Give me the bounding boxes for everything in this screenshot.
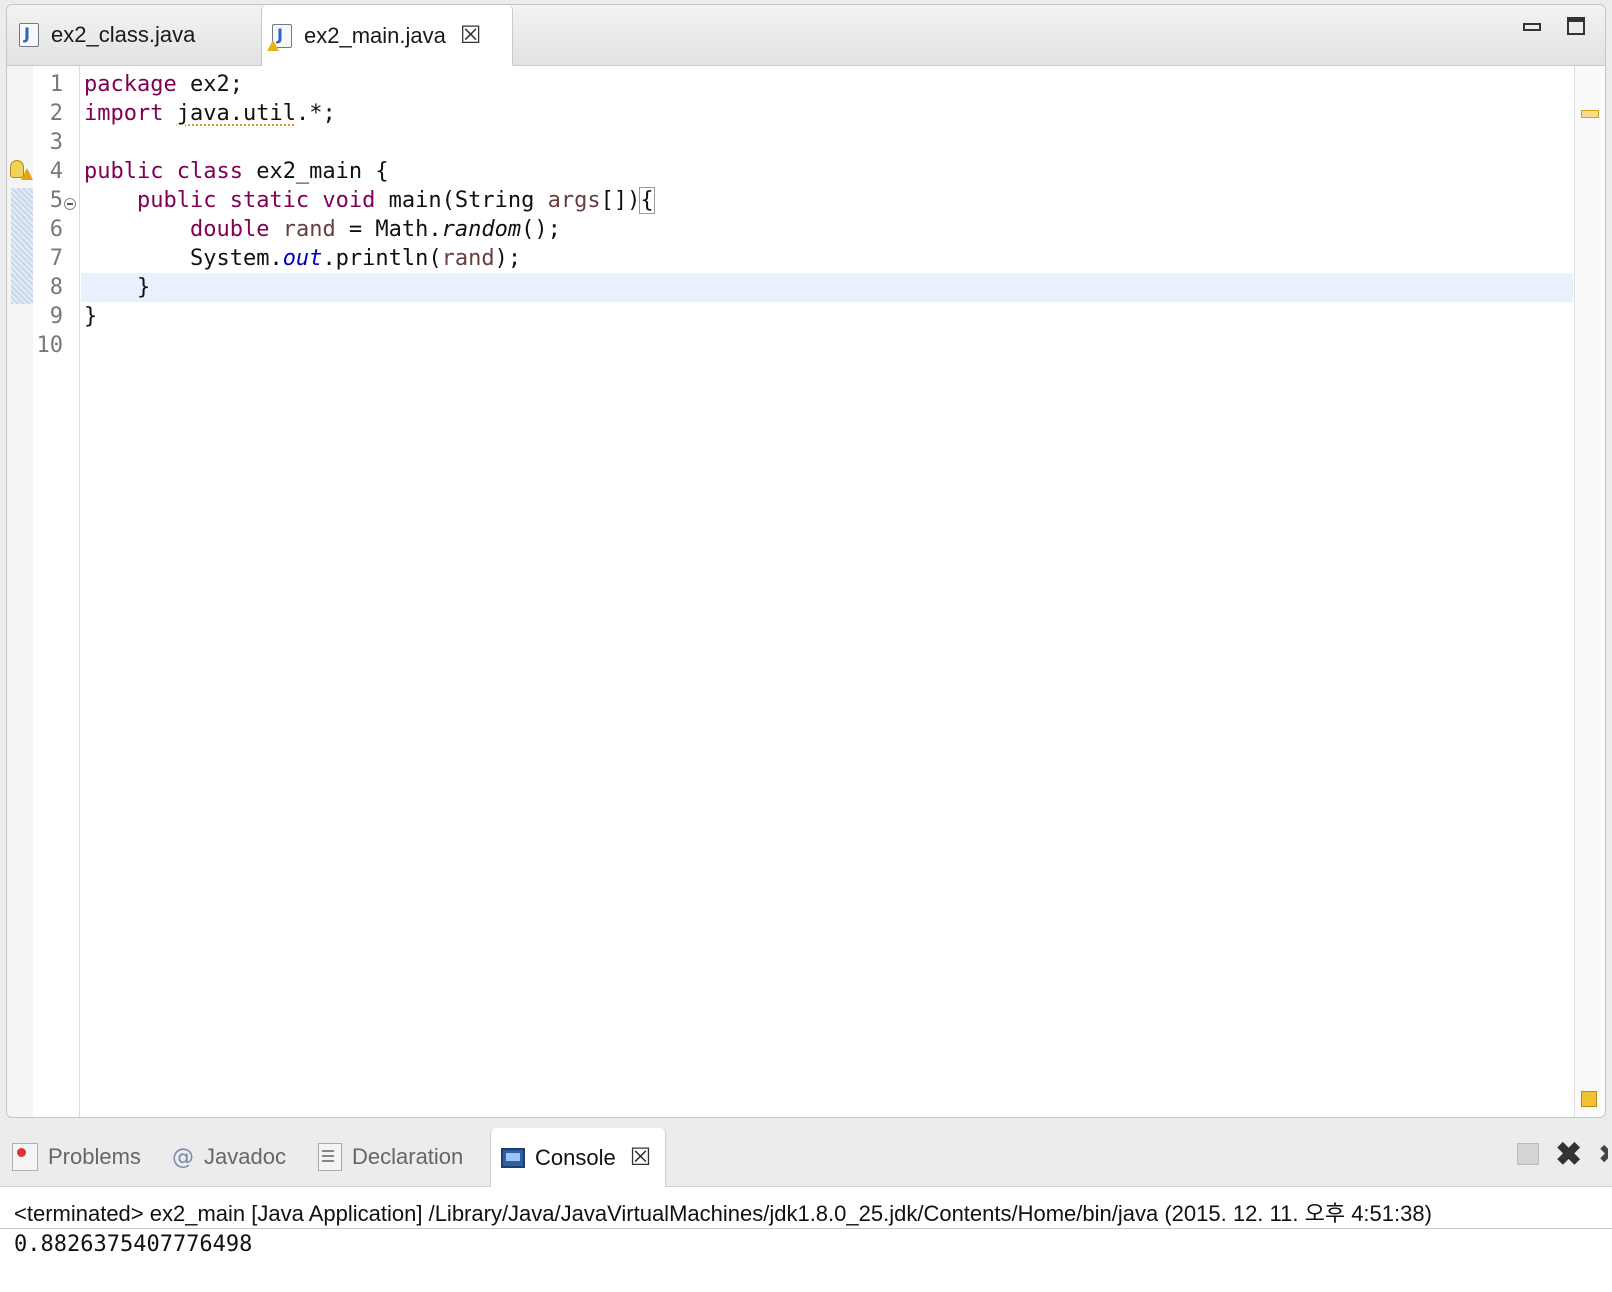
code-line-6: double rand = Math.random(); xyxy=(81,215,1573,244)
console-output[interactable]: 0.8826375407776498 xyxy=(14,1232,252,1264)
static-method: random xyxy=(441,217,522,242)
view-tab-bar: Problems @ Javadoc Declaration Console ☒… xyxy=(0,1128,1612,1187)
java-file-warning-icon xyxy=(267,23,292,51)
line-number: 6 xyxy=(49,217,63,242)
declaration-icon xyxy=(318,1143,342,1171)
line-number: 3 xyxy=(49,130,63,155)
minimize-icon[interactable] xyxy=(1523,23,1541,31)
variable: rand xyxy=(282,217,336,242)
tab-declaration[interactable]: Declaration xyxy=(318,1128,463,1186)
editor-pane: ex2_class.java ex2_main.java ☒ 1 2 3 4 5… xyxy=(6,4,1606,1118)
editor-tab-bar: ex2_class.java ex2_main.java ☒ xyxy=(7,5,1605,66)
code-line-2: import java.util.*; xyxy=(81,99,1573,128)
line-number: 2 xyxy=(49,101,63,126)
remove-all-launches-icon[interactable]: ✖ xyxy=(1598,1141,1608,1167)
remove-launch-icon[interactable]: ✖ xyxy=(1555,1138,1582,1170)
keyword: package xyxy=(84,72,177,97)
variable: rand xyxy=(441,246,495,271)
matching-bracket: { xyxy=(639,187,655,214)
code-text: .*; xyxy=(295,101,336,126)
static-field: out xyxy=(282,246,323,271)
tab-label: Console xyxy=(535,1144,616,1170)
change-marker xyxy=(11,188,33,217)
code-text: []) xyxy=(600,188,641,213)
keyword: import xyxy=(84,101,164,126)
code-line-8: } xyxy=(81,273,1573,302)
code-editor[interactable]: package ex2; import java.util.*; public … xyxy=(81,66,1573,1117)
warning-icon xyxy=(21,168,33,180)
variable: args xyxy=(547,188,601,213)
line-number-ruler: 1 2 3 4 5 6 7 8 9 10 xyxy=(33,66,80,1117)
line-number: 8 xyxy=(49,275,63,300)
keyword: double xyxy=(189,217,270,242)
close-tab-icon[interactable]: ☒ xyxy=(460,23,482,48)
warning-badge-icon xyxy=(267,39,279,51)
code-text: .println( xyxy=(322,246,442,271)
tab-label: Javadoc xyxy=(204,1144,286,1169)
line-number: 1 xyxy=(49,72,63,97)
divider xyxy=(0,1228,1612,1229)
change-marker xyxy=(11,217,33,246)
console-toolbar: ✖ ✖ xyxy=(1517,1138,1608,1170)
code-line-5: public static void main(String args[]){ xyxy=(81,186,1573,215)
tab-label: ex2_class.java xyxy=(51,22,196,47)
keyword: public static void xyxy=(136,188,376,213)
code-text: = Math. xyxy=(335,217,442,242)
code-line-7: System.out.println(rand); xyxy=(81,244,1573,273)
java-file-icon xyxy=(19,23,39,47)
keyword: public class xyxy=(84,159,243,184)
maximize-icon[interactable] xyxy=(1567,17,1585,35)
annotation-ruler[interactable] xyxy=(7,66,33,1117)
line-number: 10 xyxy=(36,333,64,358)
code-line-4: public class ex2_main { xyxy=(81,157,1573,186)
line-number: 4 xyxy=(49,159,63,184)
code-text: ex2_main { xyxy=(242,159,389,184)
change-marker xyxy=(11,246,33,275)
warning-status-icon[interactable] xyxy=(1581,1091,1597,1107)
editor-window-controls xyxy=(1523,17,1585,35)
code-text: ex2; xyxy=(176,72,243,97)
line-number: 7 xyxy=(49,246,63,271)
tab-label: Problems xyxy=(48,1144,141,1169)
overview-ruler[interactable] xyxy=(1574,66,1605,1117)
code-text: System. xyxy=(189,246,283,271)
warning-marker-icon[interactable] xyxy=(1581,110,1599,118)
tab-javadoc[interactable]: @ Javadoc xyxy=(172,1128,286,1186)
tab-ex2-main-java[interactable]: ex2_main.java ☒ xyxy=(261,5,513,66)
tab-label: ex2_main.java xyxy=(304,22,446,48)
line-number: 9 xyxy=(49,304,63,329)
line-number: 5 xyxy=(49,188,63,213)
console-process-label: <terminated> ex2_main [Java Application]… xyxy=(14,1201,1432,1226)
tab-problems[interactable]: Problems xyxy=(12,1128,141,1186)
console-icon xyxy=(501,1147,525,1168)
collapse-fold-icon[interactable] xyxy=(64,198,76,210)
terminate-icon[interactable] xyxy=(1517,1143,1540,1165)
close-tab-icon[interactable]: ☒ xyxy=(630,1143,652,1172)
code-text: main(String xyxy=(375,188,548,213)
change-marker xyxy=(11,275,33,304)
code-line-1: package ex2; xyxy=(81,70,1573,99)
console-view: Problems @ Javadoc Declaration Console ☒… xyxy=(0,1128,1612,1292)
tab-label: Declaration xyxy=(352,1144,464,1169)
code-text: ); xyxy=(494,246,522,271)
code-text: (); xyxy=(521,217,561,242)
at-sign-icon: @ xyxy=(172,1144,194,1170)
code-line-9: } xyxy=(84,304,98,329)
tab-console[interactable]: Console ☒ xyxy=(490,1128,667,1187)
unused-import-warning[interactable]: java.util xyxy=(177,101,296,126)
problems-icon xyxy=(12,1143,38,1171)
tab-ex2-class-java[interactable]: ex2_class.java xyxy=(7,5,261,65)
